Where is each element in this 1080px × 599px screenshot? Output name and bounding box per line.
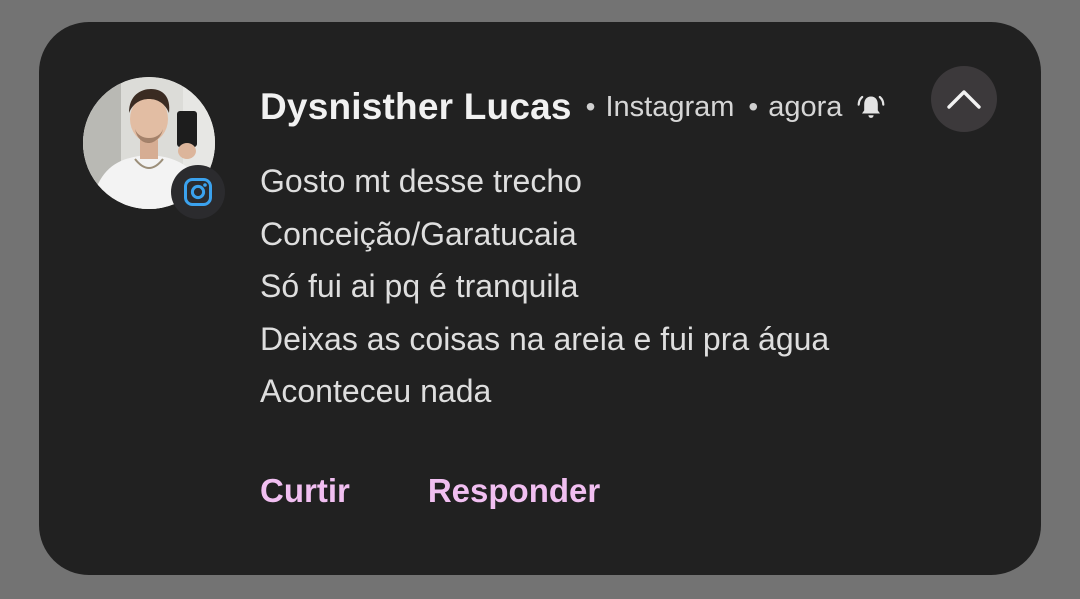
app-name: Instagram bbox=[605, 90, 735, 123]
instagram-icon bbox=[171, 165, 225, 219]
message-line: Só fui ai pq é tranquila bbox=[260, 268, 579, 304]
separator-dot: • bbox=[585, 91, 596, 122]
sender-name: Dysnisther Lucas bbox=[260, 86, 572, 127]
reply-button[interactable]: Responder bbox=[428, 472, 600, 510]
notification-actions: Curtir Responder bbox=[260, 472, 600, 510]
like-button[interactable]: Curtir bbox=[260, 472, 350, 510]
collapse-button[interactable] bbox=[931, 66, 997, 132]
notification-card[interactable]: Dysnisther Lucas • Instagram • agora Gos… bbox=[39, 22, 1041, 575]
bell-ringing-icon bbox=[856, 92, 886, 122]
notification-header: Dysnisther Lucas • Instagram • agora bbox=[260, 84, 886, 130]
message-body: Gosto mt desse trecho Conceição/Garatuca… bbox=[260, 155, 829, 418]
message-line: Gosto mt desse trecho bbox=[260, 163, 582, 199]
message-line: Deixas as coisas na areia e fui pra água bbox=[260, 320, 830, 357]
separator-dot: • bbox=[748, 91, 759, 122]
message-line: Aconteceu nada bbox=[260, 373, 492, 409]
chevron-up-icon bbox=[947, 90, 981, 109]
message-line: Conceição/Garatucaia bbox=[260, 215, 577, 252]
timestamp: agora bbox=[768, 90, 843, 123]
